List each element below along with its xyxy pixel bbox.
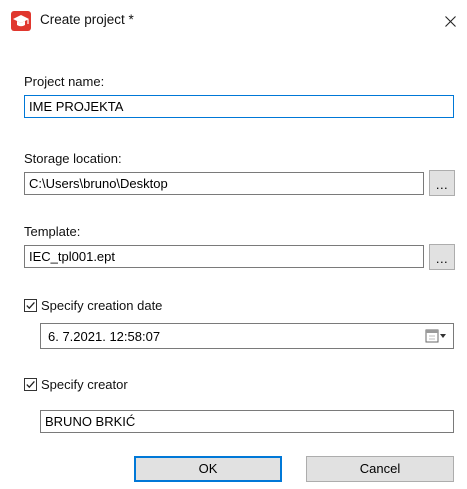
- storage-browse-button[interactable]: ...: [429, 170, 455, 196]
- cancel-button[interactable]: Cancel: [306, 456, 454, 482]
- calendar-dropdown-icon: [425, 329, 446, 343]
- creator-input[interactable]: BRUNO BRKIĆ: [40, 410, 454, 433]
- creation-date-checkbox-row[interactable]: Specify creation date: [24, 297, 224, 315]
- storage-browse-label: ...: [435, 177, 449, 192]
- checkmark-icon: [26, 301, 35, 310]
- storage-location-input[interactable]: C:\Users\bruno\Desktop: [24, 172, 424, 195]
- template-browse-button[interactable]: ...: [429, 244, 455, 270]
- close-icon: [445, 16, 456, 27]
- template-label: Template:: [24, 224, 81, 239]
- creator-label: Specify creator: [41, 377, 128, 392]
- title-bar: Create project *: [0, 0, 467, 44]
- template-input[interactable]: IEC_tpl001.ept: [24, 245, 424, 268]
- creator-checkbox[interactable]: [24, 378, 37, 391]
- create-project-dialog: Create project * Project name: IME PROJE…: [0, 0, 467, 489]
- close-button[interactable]: [440, 8, 462, 34]
- storage-location-label: Storage location:: [24, 151, 122, 166]
- checkmark-icon: [26, 380, 35, 389]
- project-name-input[interactable]: IME PROJEKTA: [24, 95, 454, 118]
- creator-checkbox-row[interactable]: Specify creator: [24, 376, 224, 394]
- project-name-label: Project name:: [24, 74, 105, 89]
- creation-date-label: Specify creation date: [41, 298, 163, 313]
- creation-date-value: 6. 7.2021. 12:58:07: [48, 329, 161, 344]
- graduation-cap-icon: [11, 11, 31, 31]
- ok-button[interactable]: OK: [134, 456, 282, 482]
- template-browse-label: ...: [435, 251, 449, 266]
- calendar-dropdown-button[interactable]: [425, 328, 449, 344]
- creation-date-picker[interactable]: 6. 7.2021. 12:58:07: [40, 323, 454, 349]
- creation-date-checkbox[interactable]: [24, 299, 37, 312]
- window-title: Create project *: [40, 12, 134, 27]
